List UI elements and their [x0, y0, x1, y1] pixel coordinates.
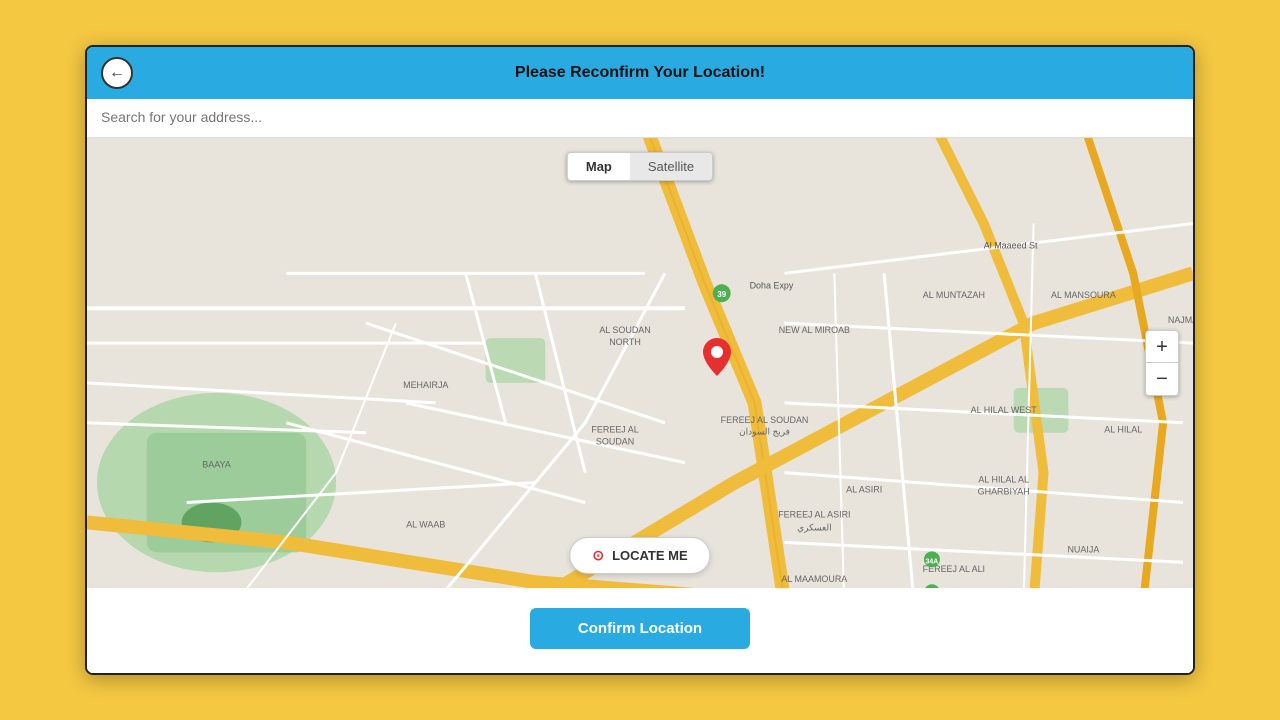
svg-text:FEREEJ AL: FEREEJ AL	[591, 425, 638, 435]
svg-text:SOUDAN: SOUDAN	[596, 437, 634, 447]
map-marker	[703, 338, 731, 372]
svg-text:AL WAAB: AL WAAB	[406, 519, 445, 529]
svg-text:AL HILAL AL: AL HILAL AL	[978, 475, 1029, 485]
back-button[interactable]: ←	[101, 57, 133, 89]
map-svg: BAAYA MEHAIRJA AL WAAB FEREEJ AL SOUDAN …	[87, 138, 1193, 588]
svg-text:العسكري: العسكري	[797, 522, 831, 533]
svg-text:AL ASIRI: AL ASIRI	[846, 485, 882, 495]
header-title: Please Reconfirm Your Location!	[515, 64, 765, 82]
svg-text:34A: 34A	[926, 558, 939, 565]
map-container: BAAYA MEHAIRJA AL WAAB FEREEJ AL SOUDAN …	[87, 138, 1193, 588]
locate-me-label: LOCATE ME	[612, 548, 688, 563]
confirm-location-button[interactable]: Confirm Location	[530, 608, 750, 649]
svg-text:GHARBIYAH: GHARBIYAH	[978, 487, 1030, 497]
locate-me-button[interactable]: ⊙ LOCATE ME	[569, 537, 710, 574]
svg-text:NEW AL MIROAB: NEW AL MIROAB	[779, 325, 850, 335]
map-toggle: Map Satellite	[567, 152, 713, 181]
zoom-in-button[interactable]: +	[1146, 331, 1178, 363]
map-view-button[interactable]: Map	[568, 153, 630, 180]
svg-text:AL HILAL WEST: AL HILAL WEST	[971, 405, 1038, 415]
svg-text:BAAYA: BAAYA	[202, 460, 231, 470]
svg-text:NORTH: NORTH	[609, 337, 641, 347]
satellite-view-button[interactable]: Satellite	[630, 153, 712, 180]
svg-text:AL SOUDAN: AL SOUDAN	[599, 325, 650, 335]
search-input[interactable]	[101, 109, 1179, 125]
svg-text:FEREEJ AL SOUDAN: FEREEJ AL SOUDAN	[721, 415, 809, 425]
svg-text:AL MANSOURA: AL MANSOURA	[1051, 290, 1116, 300]
svg-text:فريج السودان: فريج السودان	[739, 427, 790, 438]
svg-text:MEHAIRJA: MEHAIRJA	[403, 380, 448, 390]
search-bar	[87, 99, 1193, 138]
svg-text:NAJMA: NAJMA	[1168, 315, 1193, 325]
svg-text:Doha Expy: Doha Expy	[750, 280, 794, 290]
header-bar: ← Please Reconfirm Your Location!	[87, 47, 1193, 99]
svg-text:AL MUNTAZAH: AL MUNTAZAH	[923, 290, 985, 300]
zoom-out-button[interactable]: −	[1146, 363, 1178, 395]
footer-area: Confirm Location	[87, 588, 1193, 673]
locate-icon: ⊙	[592, 547, 604, 564]
svg-text:NUAIJA: NUAIJA	[1067, 544, 1099, 554]
svg-text:FEREEJ AL ASIRI: FEREEJ AL ASIRI	[778, 509, 850, 519]
svg-text:Al Maaeed St: Al Maaeed St	[984, 240, 1038, 250]
svg-text:AL MAAMOURA: AL MAAMOURA	[781, 574, 847, 584]
svg-text:AL HILAL: AL HILAL	[1104, 425, 1142, 435]
svg-text:39: 39	[717, 290, 726, 299]
zoom-controls: + −	[1145, 330, 1179, 396]
modal-container: ← Please Reconfirm Your Location!	[85, 45, 1195, 675]
